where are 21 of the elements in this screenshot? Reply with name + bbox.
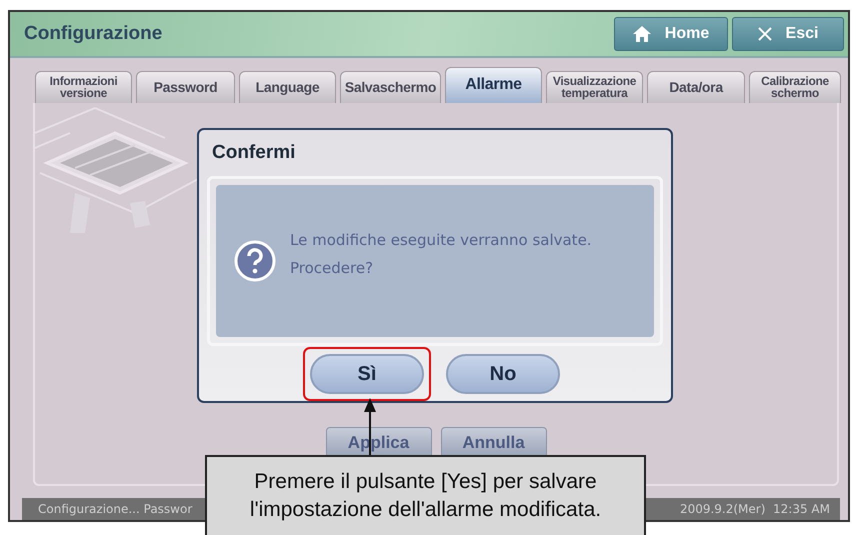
no-button[interactable]: No bbox=[446, 354, 560, 394]
yes-button[interactable]: Sì bbox=[310, 354, 424, 394]
tab[interactable]: Calibrazione schermo bbox=[749, 70, 841, 103]
dialog-message: Le modifiche eseguite verranno salvate. Procedere? bbox=[290, 230, 592, 279]
tab[interactable]: Language bbox=[239, 70, 336, 103]
status-text: Configurazione... Passwor bbox=[38, 502, 192, 516]
tab[interactable]: Password bbox=[136, 70, 235, 103]
date-time: 2009.9.2(Mer) 12:35 AM bbox=[680, 502, 830, 516]
question-icon bbox=[234, 240, 276, 282]
close-icon bbox=[758, 26, 772, 41]
tab[interactable]: Salvaschermo bbox=[340, 70, 441, 103]
home-icon bbox=[632, 26, 651, 42]
window-title: Configurazione bbox=[24, 22, 164, 45]
tab[interactable]: Informazioni versione bbox=[35, 70, 132, 103]
tab[interactable]: Allarme bbox=[445, 66, 542, 103]
tab[interactable]: Data/ora bbox=[647, 70, 745, 103]
tab[interactable]: Visualizzazione temperatura bbox=[546, 70, 643, 103]
dialog-title: Confermi bbox=[212, 142, 296, 164]
exit-button[interactable]: Esci bbox=[732, 16, 844, 51]
home-button[interactable]: Home bbox=[614, 16, 728, 51]
callout-text: Premere il pulsante [Yes] per salvare l'impostazione dell'allarme modificata. bbox=[250, 469, 602, 523]
